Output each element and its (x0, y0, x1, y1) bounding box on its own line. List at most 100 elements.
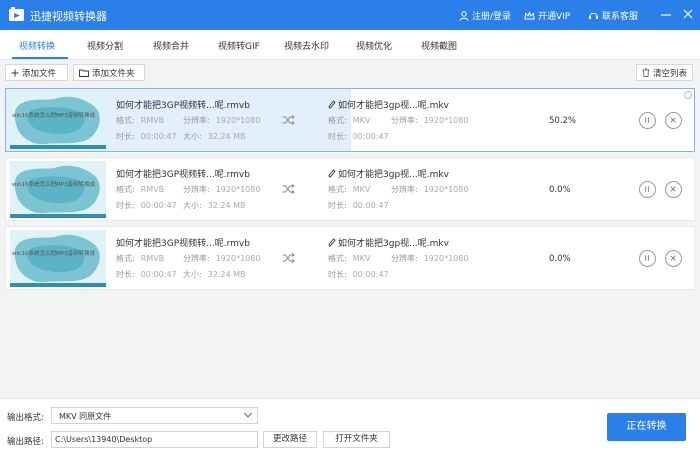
minimize-icon[interactable] (659, 7, 673, 21)
output-file-name[interactable]: 如何才能把3gp视...呢.mkv (328, 167, 449, 180)
format-label: 格式: (328, 185, 347, 194)
active-tab-indicator (12, 57, 68, 59)
video-thumbnail: win10系统怎么把MP3音频转换成 (10, 230, 106, 287)
open-folder-button[interactable]: 打开文件夹 (323, 431, 390, 448)
duration-value: 00:00:47 (352, 132, 389, 141)
chevron-down-icon (244, 412, 252, 418)
trash-icon (642, 68, 650, 77)
pause-icon[interactable] (639, 250, 656, 267)
crown-icon (524, 10, 535, 19)
convert-button[interactable]: 正在转换 (607, 413, 686, 441)
vip-link[interactable]: 开通VIP (524, 9, 570, 22)
output-format: 格式: MKV (328, 115, 370, 126)
format-label: 格式: (116, 116, 135, 125)
tab-video-optimize[interactable]: 视频优化 (356, 39, 392, 52)
customer-service-link[interactable]: 联系客服 (588, 9, 638, 22)
resolution-label: 分辨率: (391, 185, 418, 194)
file-row[interactable]: win10系统怎么把MP3音频转换成 如何才能把3GP视频转...呢.rmvb … (5, 157, 695, 221)
duration-value: 00:00:47 (352, 201, 389, 210)
output-path-label: 输出路径: (7, 437, 44, 447)
size-label: 大小: (183, 201, 202, 210)
resolution-label: 分辨率: (391, 116, 418, 125)
progress-percent: 0.0% (549, 185, 571, 195)
duration-label: 时长: (328, 270, 347, 279)
remove-row-icon[interactable] (684, 91, 692, 99)
source-file-name: 如何才能把3GP视频转...呢.rmvb (116, 170, 250, 180)
duration-label: 时长: (116, 201, 135, 210)
user-icon (459, 10, 469, 21)
thumbnail-caption: win10系统怎么把MP3音频转换成 (12, 113, 96, 119)
clear-list-label: 清空列表 (653, 68, 688, 79)
add-folder-button[interactable]: 添加文件夹 (73, 64, 145, 81)
output-settings-panel: 输出格式: MKV 同原文件 输出路径: C:\Users\13940\Desk… (0, 398, 700, 457)
change-path-button[interactable]: 更改路径 (263, 431, 317, 448)
duration-label: 时长: (116, 270, 135, 279)
output-format-label: 输出格式: (7, 413, 44, 423)
edit-icon[interactable] (328, 100, 336, 109)
add-file-button[interactable]: 添加文件 (5, 64, 68, 81)
file-row[interactable]: win10系统怎么把MP3音频转换成 如何才能把3GP视频转...呢.rmvb … (5, 226, 695, 290)
source-resolution: 分辨率: 1920*1080 (183, 253, 260, 264)
resolution-value: 1920*1080 (215, 254, 261, 263)
close-icon[interactable] (681, 7, 695, 21)
size-label: 大小: (183, 270, 202, 279)
file-row[interactable]: win10系统怎么把MP3音频转换成 如何才能把3GP视频转...呢.rmvb … (5, 88, 695, 152)
tab-video-convert[interactable]: 视频转换 (19, 39, 55, 52)
app-title: 迅捷视频转换器 (30, 10, 107, 23)
source-resolution: 分辨率: 1920*1080 (183, 115, 260, 126)
pause-icon[interactable] (639, 181, 656, 198)
size-value: 32.24 MB (207, 132, 246, 141)
login-link[interactable]: 注册/登录 (459, 9, 511, 22)
output-duration: 时长: 00:00:47 (328, 269, 389, 280)
tab-remove-watermark[interactable]: 视频去水印 (284, 39, 329, 52)
output-duration: 时长: 00:00:47 (328, 200, 389, 211)
duration-label: 时长: (328, 132, 347, 141)
source-duration: 时长: 00:00:47 (116, 269, 177, 280)
source-size: 大小: 32.24 MB (183, 200, 246, 211)
duration-value: 00:00:47 (352, 270, 389, 279)
source-file-name: 如何才能把3GP视频转...呢.rmvb (116, 101, 250, 111)
cancel-icon[interactable] (665, 181, 682, 198)
add-folder-label: 添加文件夹 (92, 68, 135, 79)
cancel-icon[interactable] (665, 112, 682, 129)
title-bar: 迅捷视频转换器 注册/登录 开通VIP 联系客服 (0, 0, 700, 30)
app-logo-icon (9, 7, 24, 21)
toolbar: 添加文件 添加文件夹 清空列表 (0, 61, 700, 85)
progress-percent: 0.0% (549, 254, 571, 264)
resolution-value: 1920*1080 (423, 116, 469, 125)
source-format: 格式: RMVB (116, 115, 164, 126)
output-file-name[interactable]: 如何才能把3gp视...呢.mkv (328, 236, 449, 249)
cancel-icon[interactable] (665, 250, 682, 267)
output-path-field[interactable]: C:\Users\13940\Desktop (51, 431, 258, 448)
tab-video-to-gif[interactable]: 视频转GIF (218, 39, 260, 52)
tab-video-split[interactable]: 视频分割 (87, 39, 123, 52)
format-value: MKV (352, 185, 371, 194)
thumbnail-image (10, 92, 106, 149)
output-file-name[interactable]: 如何才能把3gp视...呢.mkv (328, 98, 449, 111)
thumbnail-image (10, 230, 106, 287)
clear-list-button[interactable]: 清空列表 (636, 64, 693, 81)
size-value: 32.24 MB (207, 201, 246, 210)
vip-label: 开通VIP (538, 12, 571, 22)
resolution-value: 1920*1080 (215, 185, 261, 194)
output-format-select[interactable]: MKV 同原文件 (51, 407, 258, 424)
format-label: 格式: (116, 185, 135, 194)
tab-video-merge[interactable]: 视频合并 (153, 39, 189, 52)
source-duration: 时长: 00:00:47 (116, 131, 177, 142)
pause-icon[interactable] (639, 112, 656, 129)
output-format: 格式: MKV (328, 184, 370, 195)
tab-video-screenshot[interactable]: 视频截图 (421, 39, 457, 52)
format-value: MKV (352, 116, 371, 125)
resolution-value: 1920*1080 (215, 116, 261, 125)
shuffle-icon (282, 115, 295, 125)
duration-label: 时长: (116, 132, 135, 141)
output-duration: 时长: 00:00:47 (328, 131, 389, 142)
thumbnail-caption: win10系统怎么把MP3音频转换成 (12, 251, 96, 257)
format-label: 格式: (328, 116, 347, 125)
file-list: win10系统怎么把MP3音频转换成 如何才能把3GP视频转...呢.rmvb … (5, 88, 695, 398)
format-value: RMVB (140, 116, 165, 125)
edit-icon[interactable] (328, 169, 336, 178)
output-file-name-text: 如何才能把3gp视...呢.mkv (338, 101, 449, 111)
edit-icon[interactable] (328, 238, 336, 247)
size-value: 32.24 MB (207, 270, 246, 279)
